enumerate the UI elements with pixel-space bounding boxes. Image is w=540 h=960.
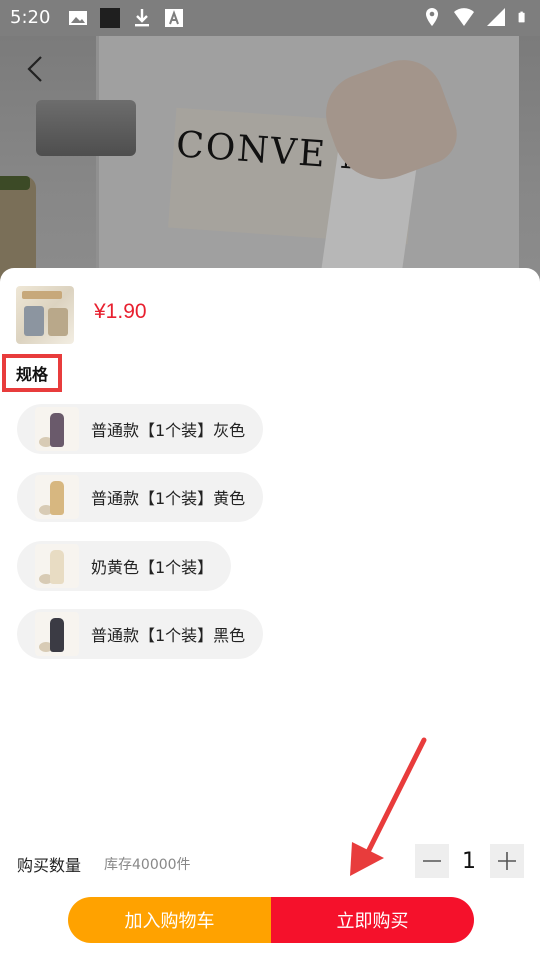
product-thumbnail [16,286,74,344]
square-icon [100,8,120,28]
spec-option[interactable]: 奶黄色【1个装】 [17,541,232,591]
minus-icon [423,860,441,862]
option-thumbnail [35,544,79,588]
product-price: ¥1.90 [94,300,147,323]
buy-now-button[interactable]: 立即购买 [271,897,474,943]
plus-icon [498,852,516,870]
hero-hinge [36,100,136,156]
quantity-decrease-button[interactable] [415,844,449,878]
quantity-value[interactable]: 1 [452,844,486,878]
location-icon [426,8,438,26]
image-icon [69,11,87,25]
spec-option[interactable]: 普通款【1个装】黄色 [17,472,264,522]
option-label: 普通款【1个装】黑色 [91,626,246,645]
add-to-cart-button[interactable]: 加入购物车 [68,897,271,943]
status-bar: 5:20 [0,0,540,36]
back-button[interactable] [20,54,50,84]
option-thumbnail [35,475,79,519]
signal-icon [487,8,505,26]
chevron-left-icon [27,56,42,82]
battery-icon [518,11,525,23]
option-label: 普通款【1个装】黄色 [91,489,246,508]
option-thumbnail [35,612,79,656]
spec-selection-sheet: ¥1.90 规格 普通款【1个装】灰色 普通款【1个装】黄色 奶黄色【1个装】 … [0,268,540,960]
option-label: 普通款【1个装】灰色 [91,421,246,440]
option-thumbnail [35,407,79,451]
option-label: 奶黄色【1个装】 [91,558,214,577]
spec-option[interactable]: 普通款【1个装】黑色 [17,609,264,659]
status-time: 5:20 [10,7,51,28]
download-icon [135,9,149,27]
font-icon [165,9,183,27]
quantity-increase-button[interactable] [490,844,524,878]
stock-count: 库存40000件 [104,857,191,873]
wifi-icon [454,8,474,26]
product-hero-image: CONVE NT [0,36,540,286]
spec-title: 规格 [2,354,62,392]
quantity-label: 购买数量 [17,856,82,875]
spec-option[interactable]: 普通款【1个装】灰色 [17,404,264,454]
